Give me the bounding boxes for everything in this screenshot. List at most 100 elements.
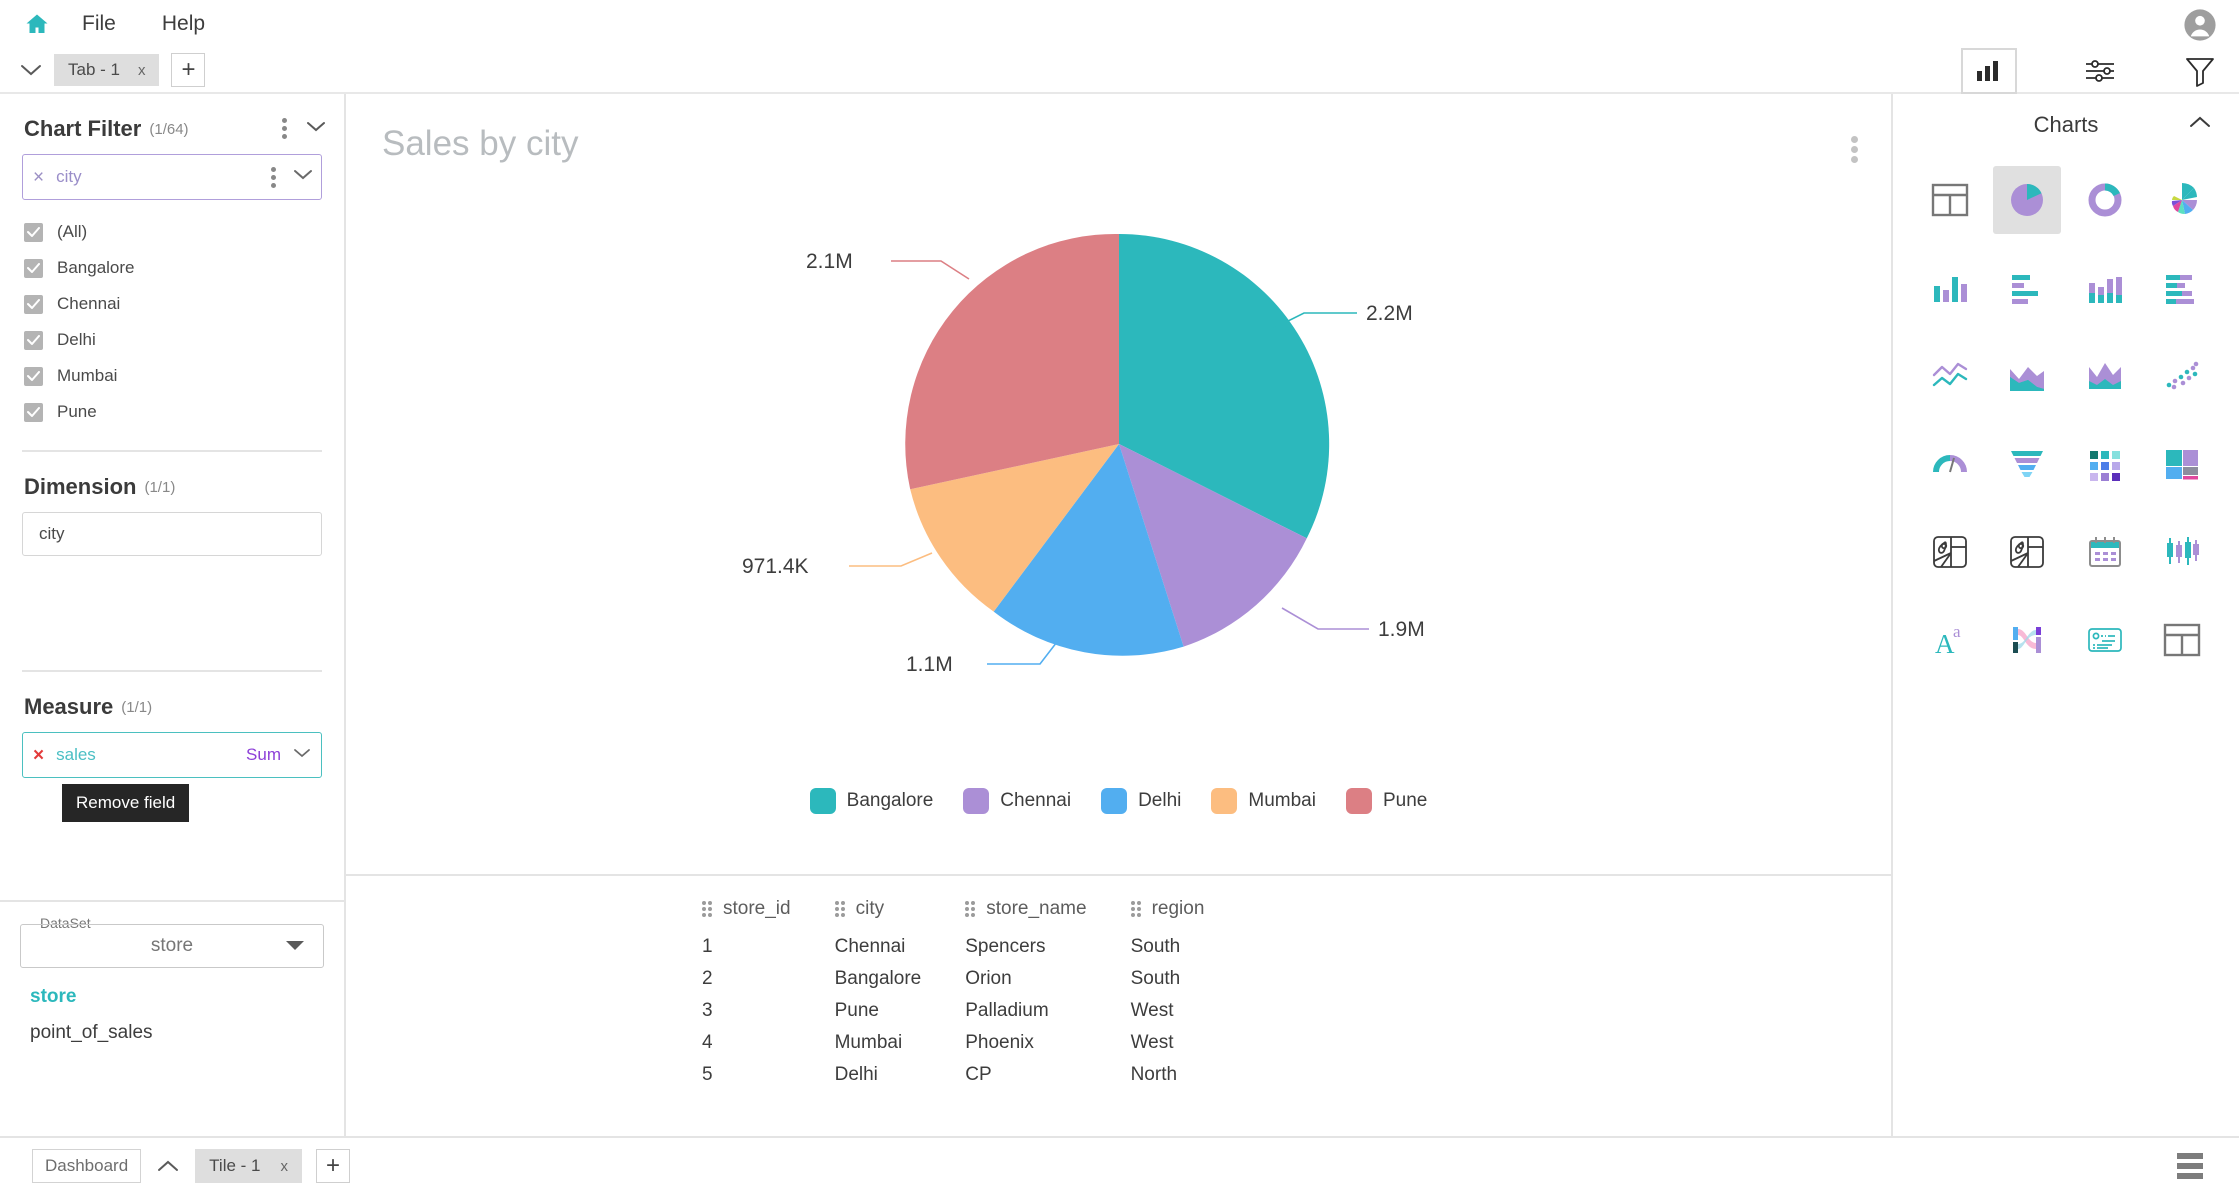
chevron-down-icon[interactable] <box>293 168 313 186</box>
tab-1[interactable]: Tab - 1 x <box>54 54 160 86</box>
dataset-select[interactable]: store <box>20 924 324 968</box>
stacked-column-chart-icon[interactable] <box>2071 254 2139 322</box>
filter-toggle[interactable] <box>2183 54 2217 88</box>
legend-item-bangalore[interactable]: Bangalore <box>809 788 933 814</box>
pie-label-bangalore: 2.2M <box>1366 302 1413 325</box>
chart-filter-field[interactable]: × city <box>22 154 322 200</box>
menu-file[interactable]: File <box>66 8 132 40</box>
close-icon[interactable]: x <box>281 1158 289 1175</box>
treemap-chart-icon[interactable] <box>2148 430 2216 498</box>
stacked-area-chart-icon[interactable] <box>2071 342 2139 410</box>
settings-toggle[interactable] <box>2083 54 2117 88</box>
grid-table-icon[interactable] <box>1916 166 1984 234</box>
table-row[interactable]: 4 Mumbai Phoenix West <box>346 1032 1248 1064</box>
filter-option-label: Bangalore <box>57 258 135 277</box>
checkbox-checked-icon[interactable] <box>24 294 43 314</box>
bottom-bar: Dashboard Tile - 1 x + <box>0 1136 2239 1194</box>
area-chart-icon[interactable] <box>1993 342 2061 410</box>
aggregation-select[interactable]: Sum <box>246 745 281 765</box>
table-row[interactable]: 1 Chennai Spencers South <box>346 936 1248 968</box>
filter-option-bangalore[interactable]: Bangalore <box>24 250 322 286</box>
checkbox-checked-icon[interactable] <box>24 366 43 386</box>
map-chart-icon[interactable] <box>1916 518 1984 586</box>
checkbox-checked-icon[interactable] <box>24 330 43 350</box>
chevron-up-icon[interactable] <box>157 1160 179 1173</box>
dashboard-button[interactable]: Dashboard <box>32 1149 142 1183</box>
measure-field[interactable]: × sales Sum <box>22 732 322 778</box>
chevron-down-icon[interactable] <box>293 746 311 764</box>
filter-option-chennai[interactable]: Chennai <box>24 286 322 322</box>
candlestick-chart-icon[interactable] <box>2148 518 2216 586</box>
pie-chart[interactable]: 2.2M 1.9M 1.1M 971.4K 2.1M <box>346 94 1891 874</box>
column-header-store-name[interactable]: store_name <box>965 898 1130 936</box>
close-icon[interactable]: x <box>138 62 146 79</box>
legend-item-delhi[interactable]: Delhi <box>1101 788 1181 814</box>
add-tab-button[interactable]: + <box>171 53 206 87</box>
avatar[interactable] <box>2183 8 2217 42</box>
section-title: Dimension <box>24 474 137 499</box>
legend-label: Chennai <box>1000 790 1072 811</box>
chart-view-toggle[interactable] <box>1961 48 2017 94</box>
checkbox-checked-icon[interactable] <box>24 222 43 242</box>
dataset-item-store[interactable]: store <box>30 986 328 1008</box>
filter-option-all[interactable]: (All) <box>24 214 322 250</box>
remove-field-icon[interactable]: × <box>33 746 44 765</box>
column-chart-icon[interactable] <box>1916 254 1984 322</box>
drag-handle-icon[interactable] <box>1130 901 1141 917</box>
drag-handle-icon[interactable] <box>834 901 845 917</box>
legend-item-chennai[interactable]: Chennai <box>963 788 1071 814</box>
menu-help[interactable]: Help <box>146 8 221 40</box>
bar-chart-icon[interactable] <box>1993 254 2061 322</box>
add-tile-button[interactable]: + <box>316 1149 350 1183</box>
filter-option-delhi[interactable]: Delhi <box>24 322 322 358</box>
chevron-down-icon[interactable] <box>16 55 46 85</box>
more-vertical-icon[interactable] <box>282 118 288 139</box>
gauge-chart-icon[interactable] <box>1916 430 1984 498</box>
filter-option-mumbai[interactable]: Mumbai <box>24 358 322 394</box>
scatter-chart-icon[interactable] <box>2148 342 2216 410</box>
stacked-bar-chart-icon[interactable] <box>2148 254 2216 322</box>
word-cloud-icon[interactable]: A a <box>1916 606 1984 674</box>
dimension-field[interactable]: city <box>22 512 322 556</box>
pie-label-mumbai: 971.4K <box>742 555 809 578</box>
drag-handle-icon[interactable] <box>965 901 976 917</box>
hamburger-icon[interactable] <box>2177 1153 2203 1179</box>
kpi-card-icon[interactable] <box>2071 606 2139 674</box>
more-vertical-icon[interactable] <box>271 166 277 188</box>
chevron-up-icon[interactable] <box>2189 116 2211 134</box>
chart-filter-header: Chart Filter (1/64) <box>16 94 328 154</box>
drag-handle-icon[interactable] <box>702 901 712 917</box>
column-header-region[interactable]: region <box>1130 898 1249 936</box>
dimension-field-label: city <box>39 524 65 543</box>
cell-store-name: Palladium <box>965 1000 1049 1021</box>
pivot-table-icon[interactable] <box>2148 606 2216 674</box>
line-chart-icon[interactable] <box>1916 342 1984 410</box>
data-table: store_id city store_name region 1 Chenna… <box>346 898 1248 1096</box>
main-body: Chart Filter (1/64) × city (All) Bangalo… <box>0 94 2239 1136</box>
table-row[interactable]: 2 Bangalore Orion South <box>346 968 1248 1000</box>
legend-item-mumbai[interactable]: Mumbai <box>1211 788 1316 814</box>
column-header-store-id[interactable]: store_id <box>346 898 835 936</box>
map-bubble-chart-icon[interactable] <box>1993 518 2061 586</box>
checkbox-checked-icon[interactable] <box>24 258 43 278</box>
calendar-chart-icon[interactable] <box>2071 518 2139 586</box>
heatmap-chart-icon[interactable] <box>2071 430 2139 498</box>
dataset-item-point-of-sales[interactable]: point_of_sales <box>30 1022 328 1044</box>
donut-chart-icon[interactable] <box>2071 166 2139 234</box>
checkbox-checked-icon[interactable] <box>24 402 43 422</box>
home-icon[interactable] <box>22 10 52 38</box>
pie-chart-icon[interactable] <box>1993 166 2062 234</box>
table-row[interactable]: 5 Delhi CP North <box>346 1064 1248 1096</box>
column-header-city[interactable]: city <box>834 898 966 936</box>
filter-option-pune[interactable]: Pune <box>24 394 322 430</box>
caret-down-icon[interactable] <box>285 935 305 957</box>
sankey-chart-icon[interactable] <box>1993 606 2061 674</box>
legend-item-pune[interactable]: Pune <box>1345 788 1427 814</box>
rose-chart-icon[interactable] <box>2148 166 2216 234</box>
funnel-chart-icon[interactable] <box>1993 430 2061 498</box>
cell-store-id: 5 <box>702 1064 713 1085</box>
tile-tab-1[interactable]: Tile - 1 x <box>195 1149 302 1183</box>
table-row[interactable]: 3 Pune Palladium West <box>346 1000 1248 1032</box>
clear-filter-icon[interactable]: × <box>33 168 44 187</box>
chevron-down-icon[interactable] <box>306 120 326 138</box>
